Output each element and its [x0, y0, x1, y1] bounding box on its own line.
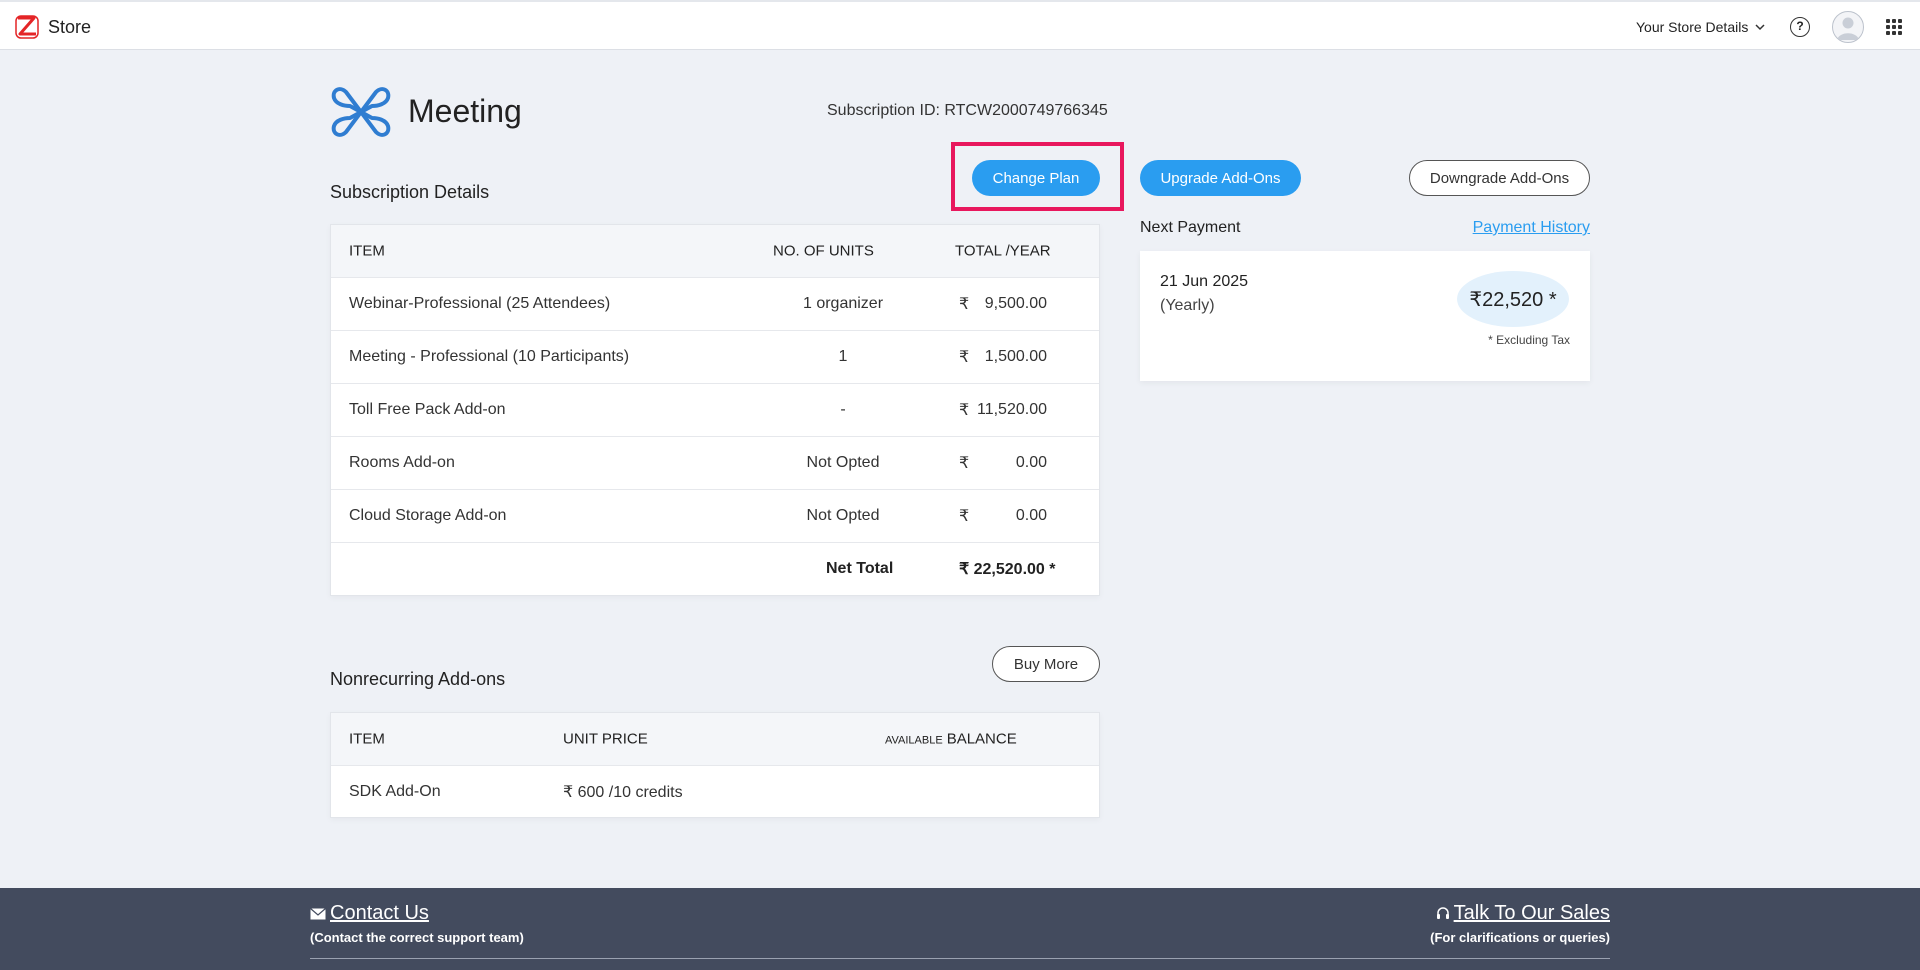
product-name: Meeting: [408, 93, 522, 129]
downgrade-addons-button[interactable]: Downgrade Add-Ons: [1409, 160, 1590, 196]
store-details-menu[interactable]: Your Store Details: [1636, 19, 1766, 35]
excluding-tax-note: * Excluding Tax: [1488, 333, 1570, 347]
meeting-logo-icon: [331, 87, 391, 137]
row-item: Meeting - Professional (10 Participants): [349, 348, 630, 365]
row-units: 1: [838, 348, 848, 365]
chevron-down-icon: [1755, 24, 1765, 31]
table-row: Rooms Add-on Not Opted ₹ 0.00: [331, 436, 1099, 489]
row-item: Webinar-Professional (25 Attendees): [349, 295, 611, 312]
user-icon: [1837, 17, 1859, 40]
header-total: TOTAL /YEAR: [955, 242, 1051, 260]
nonrecurring-table-header: ITEM UNIT PRICE AVAILABLE BALANCE: [331, 713, 1099, 765]
header-available: AVAILABLE: [885, 734, 943, 747]
net-total-value: ₹ 22,520.00 *: [959, 561, 1056, 578]
nonrecurring-addons-title: Nonrecurring Add-ons: [330, 669, 506, 689]
header-item: ITEM: [349, 730, 385, 748]
row-amount: 11,520.00: [977, 401, 1047, 418]
payment-period: (Yearly): [1160, 297, 1215, 314]
nonrecurring-table: ITEM UNIT PRICE AVAILABLE BALANCE SDK Ad…: [330, 712, 1100, 818]
table-row: SDK Add-On ₹ 600 /10 credits: [331, 765, 1099, 818]
header-units: NO. OF UNITS: [773, 242, 874, 260]
row-currency: ₹: [959, 402, 970, 419]
table-row: Cloud Storage Add-on Not Opted ₹ 0.00: [331, 489, 1099, 542]
top-bar: Store Your Store Details ?: [0, 0, 1920, 50]
row-currency: ₹: [959, 349, 970, 366]
subscription-id: Subscription ID: RTCW2000749766345: [827, 102, 1108, 119]
store-details-label: Your Store Details: [1636, 19, 1749, 35]
header-balance: BALANCE: [946, 730, 1017, 748]
net-total-label: Net Total: [826, 560, 894, 577]
payment-amount: ₹22,520 *: [1457, 271, 1569, 327]
payment-date: 21 Jun 2025: [1160, 273, 1249, 290]
grid-icon[interactable]: [1886, 19, 1902, 35]
table-row: Toll Free Pack Add-on - ₹ 11,520.00: [331, 383, 1099, 436]
row-amount: 9,500.00: [984, 295, 1047, 312]
subscription-details-title: Subscription Details: [330, 182, 490, 202]
subscription-table: ITEM NO. OF UNITS TOTAL /YEAR Webinar-Pr…: [330, 224, 1100, 596]
row-amount: 0.00: [1015, 454, 1047, 471]
row-units: -: [840, 401, 846, 418]
store-logo-icon[interactable]: [14, 14, 40, 40]
next-payment-label: Next Payment: [1140, 219, 1241, 236]
row-item: Toll Free Pack Add-on: [349, 401, 506, 418]
row-item: Rooms Add-on: [349, 454, 455, 471]
contact-us-label: Contact Us: [330, 902, 429, 924]
envelope-icon: [310, 907, 326, 919]
contact-us-link[interactable]: Contact Us: [310, 902, 429, 925]
row-currency: ₹: [959, 455, 970, 472]
row-units: 1 organizer: [802, 295, 884, 312]
row-amount: 1,500.00: [984, 348, 1047, 365]
question-circle-icon[interactable]: ?: [1790, 17, 1810, 37]
subscription-table-header: ITEM NO. OF UNITS TOTAL /YEAR: [331, 225, 1099, 277]
talk-to-sales-label: Talk To Our Sales: [1453, 902, 1610, 924]
change-plan-button[interactable]: Change Plan: [972, 160, 1100, 196]
next-payment-card: 21 Jun 2025 (Yearly) ₹22,520 * * Excludi…: [1140, 251, 1590, 381]
table-row: Meeting - Professional (10 Participants)…: [331, 330, 1099, 383]
buy-more-button[interactable]: Buy More: [992, 646, 1100, 682]
row-currency: ₹: [959, 508, 970, 525]
table-row: Webinar-Professional (25 Attendees) 1 or…: [331, 277, 1099, 330]
talk-to-sales-sub: (For clarifications or queries): [1430, 930, 1610, 945]
footer: Contact Us (Contact the correct support …: [0, 888, 1920, 970]
brand-name[interactable]: Store: [48, 17, 91, 38]
upgrade-addons-button[interactable]: Upgrade Add-Ons: [1140, 160, 1301, 196]
row-currency: ₹: [959, 296, 970, 313]
row-amount: 0.00: [1015, 507, 1047, 524]
avatar[interactable]: [1832, 11, 1864, 43]
footer-divider: [310, 958, 1610, 959]
row-units: Not Opted: [806, 454, 880, 471]
contact-us-sub: (Contact the correct support team): [310, 930, 524, 945]
row-item: SDK Add-On: [349, 783, 441, 800]
talk-to-sales-link[interactable]: Talk To Our Sales: [1436, 902, 1610, 925]
headset-icon: [1436, 906, 1449, 919]
row-item: Cloud Storage Add-on: [349, 507, 507, 524]
net-total-row: Net Total ₹ 22,520.00 *: [331, 542, 1099, 595]
row-units: Not Opted: [806, 507, 880, 524]
header-available-balance: AVAILABLE BALANCE: [885, 731, 1017, 748]
row-unit-price: ₹ 600 /10 credits: [563, 784, 683, 801]
header-unit-price: UNIT PRICE: [563, 730, 648, 748]
payment-history-link[interactable]: Payment History: [1473, 219, 1590, 237]
header-item: ITEM: [349, 242, 385, 260]
